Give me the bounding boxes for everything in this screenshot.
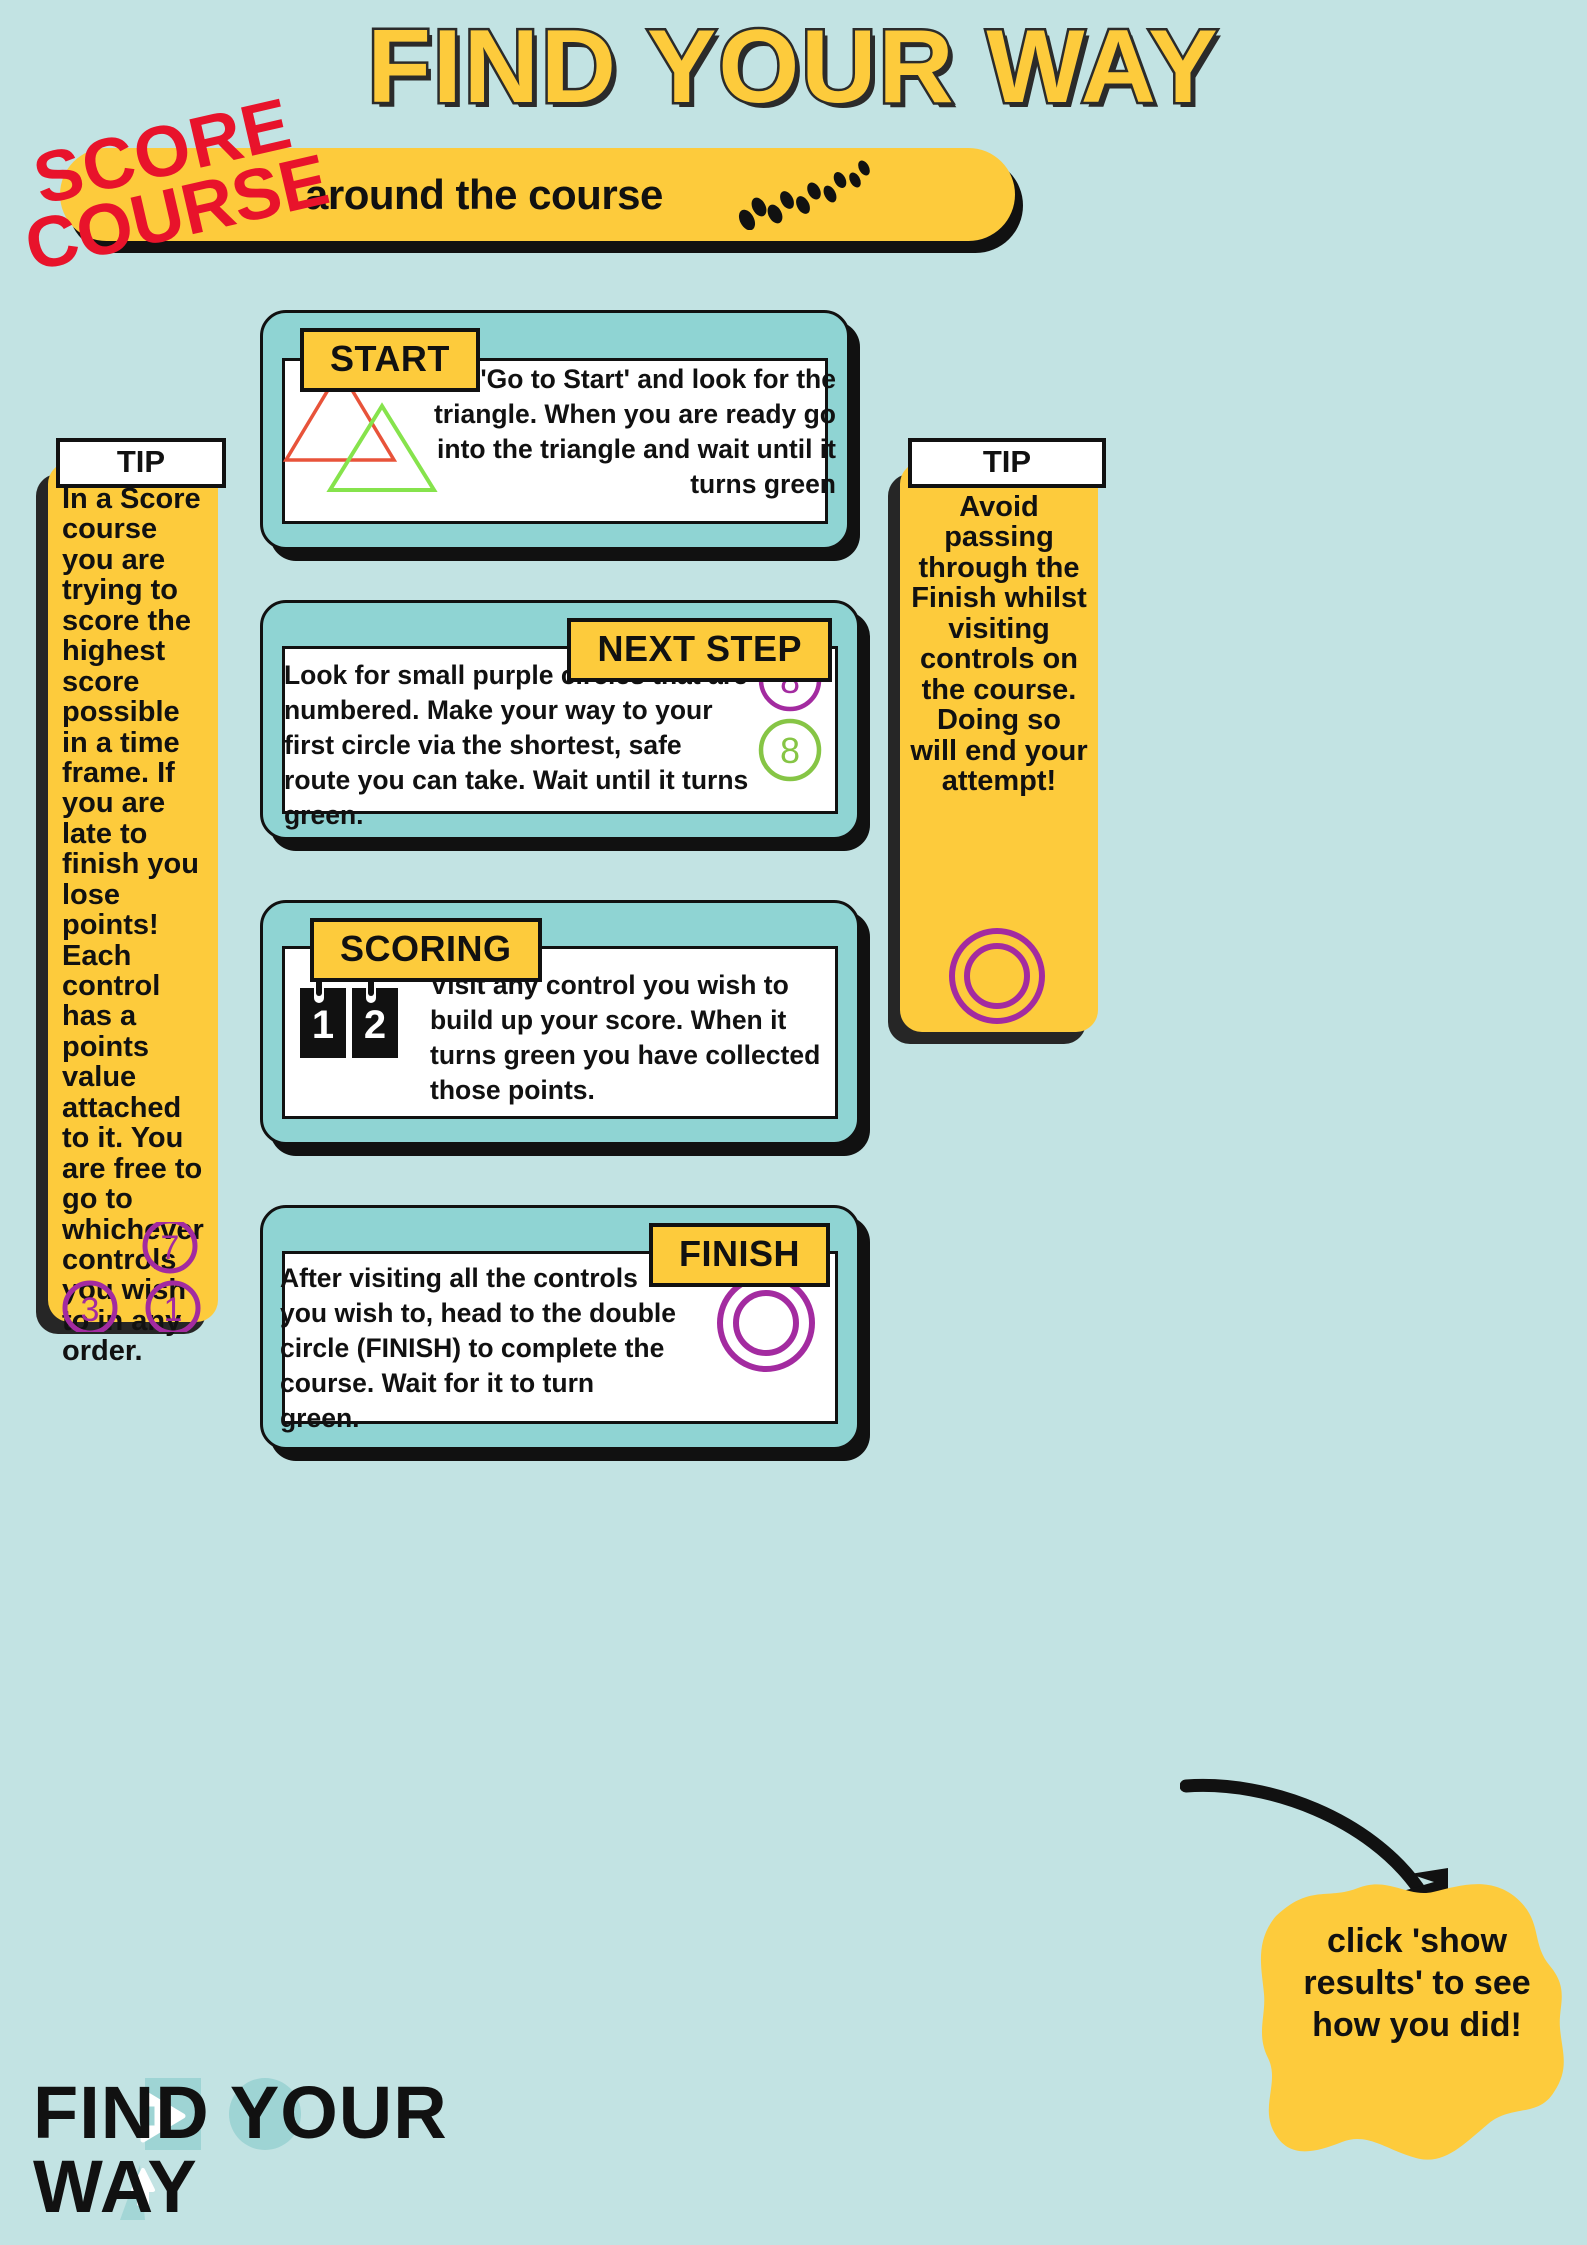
- card-scoring-text: Visit any control you wish to build up y…: [430, 970, 821, 1105]
- callout-text: click 'show results' to see how you did!: [1303, 1922, 1531, 2045]
- logo-line-1: FIND YOUR: [33, 2071, 448, 2154]
- next-circle-number-2: 8: [780, 730, 800, 771]
- tip-right-heading: TIP: [908, 438, 1106, 488]
- card-finish-badge: FINISH: [648, 1223, 830, 1287]
- tip-card-right: TIP Avoid passing through the Finish whi…: [888, 438, 1106, 1044]
- card-start-badge: START: [300, 328, 480, 392]
- card-scoring-badge: SCORING: [310, 918, 542, 982]
- card-next-badge: NEXT STEP: [567, 618, 832, 682]
- poster-root: FIND YOUR WAY around the course SCORE CO…: [0, 0, 1587, 2245]
- brand-logo: FIND YOUR WAY: [25, 2070, 465, 2230]
- scoreboard-digit-2: 2: [364, 1003, 386, 1047]
- banner-label: around the course: [305, 170, 663, 218]
- logo-line-2: WAY: [33, 2145, 198, 2228]
- footprints-icon: [738, 160, 870, 230]
- card-finish-text: After visiting all the controls you wish…: [280, 1263, 677, 1433]
- scoreboard-icon: 1 2: [300, 974, 398, 1058]
- tip-card-left: TIP In a Score course you are trying to …: [36, 438, 226, 1366]
- double-circle-finish-icon: [949, 928, 1045, 1024]
- card-finish: FINISH After visiting all the controls y…: [260, 1205, 870, 1461]
- tip-right-text: Avoid passing through the Finish whilst …: [910, 491, 1088, 797]
- svg-text:1: 1: [164, 1291, 183, 1329]
- card-next-text: Look for small purple circles that are n…: [284, 660, 749, 830]
- svg-text:3: 3: [81, 1291, 100, 1329]
- page-title: FIND YOUR WAY: [365, 7, 1220, 128]
- card-scoring: SCORING 1 2 Visit any control you wish t…: [260, 900, 870, 1156]
- scoreboard-digit-1: 1: [312, 1003, 334, 1047]
- double-circle-finish-icon: [717, 1274, 815, 1372]
- svg-text:7: 7: [161, 1229, 180, 1267]
- numbered-control-circles-icon: 7 3 1: [62, 1222, 201, 1332]
- tip-left-heading: TIP: [56, 438, 226, 488]
- card-start: START Click 'Go to Start' and look for t…: [260, 310, 860, 561]
- card-next-step: NEXT STEP Look for small purple circles …: [260, 600, 870, 851]
